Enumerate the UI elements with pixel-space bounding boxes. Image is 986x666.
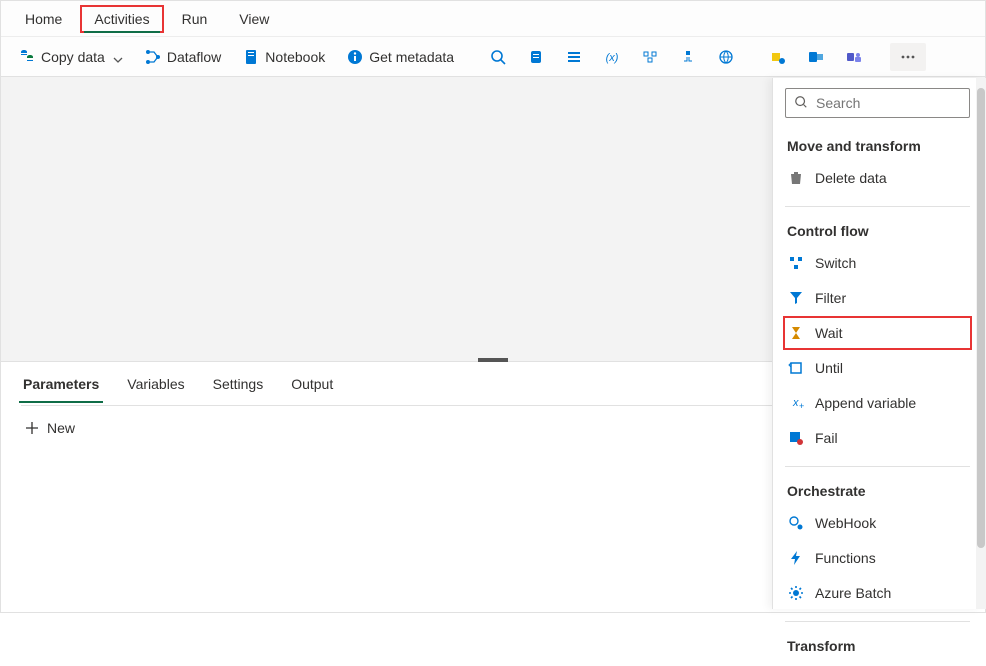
gear-icon: [787, 584, 805, 602]
toolbar: Copy data Dataflow Notebook Get metadata: [1, 37, 985, 77]
activity-azure-batch[interactable]: Azure Batch: [783, 576, 972, 610]
semantic-icon: [770, 49, 786, 65]
dataflow-icon: [145, 49, 161, 65]
section-control-flow: Control flow: [787, 215, 968, 245]
more-activities-button[interactable]: [890, 43, 926, 71]
activity-switch[interactable]: Switch: [783, 246, 972, 280]
copy-data-icon: [19, 49, 35, 65]
activities-dropdown: Move and transform Delete data Control f…: [772, 78, 982, 609]
scrollbar-thumb[interactable]: [977, 88, 985, 548]
foreach-icon-button[interactable]: [634, 45, 666, 69]
script-icon-button[interactable]: [520, 45, 552, 69]
chevron-down-icon: [113, 52, 123, 62]
list-icon: [566, 49, 582, 65]
activity-fail[interactable]: Fail: [783, 421, 972, 455]
if-icon: [680, 49, 696, 65]
activity-until[interactable]: Until: [783, 351, 972, 385]
splitter-handle[interactable]: [478, 358, 508, 362]
svg-text:+: +: [799, 401, 804, 411]
menu-bar: Home Activities Run View: [1, 1, 985, 37]
webhook-icon: [787, 514, 805, 532]
dataflow-button[interactable]: Dataflow: [137, 45, 229, 69]
search-icon: [794, 95, 808, 112]
section-orchestrate: Orchestrate: [787, 475, 968, 505]
activity-delete-data[interactable]: Delete data: [783, 161, 972, 195]
dropdown-scrollbar[interactable]: [976, 78, 986, 609]
set-variable-icon-button[interactable]: (x): [596, 45, 628, 69]
new-parameter-label: New: [47, 420, 75, 436]
activity-wait[interactable]: Wait: [783, 316, 972, 350]
loop-icon: [787, 359, 805, 377]
magnifier-icon: [490, 49, 506, 65]
switch-icon: [787, 254, 805, 272]
outlook-icon-button[interactable]: [800, 45, 832, 69]
trash-icon: [787, 169, 805, 187]
script-icon: [528, 49, 544, 65]
globe-icon: [718, 49, 734, 65]
menu-run[interactable]: Run: [168, 5, 222, 33]
xplus-icon: x+: [787, 394, 805, 412]
semantic-model-icon-button[interactable]: [762, 45, 794, 69]
activity-label: Fail: [815, 430, 838, 446]
tab-output[interactable]: Output: [289, 366, 335, 402]
teams-icon-button[interactable]: [838, 45, 870, 69]
activity-functions[interactable]: Functions: [783, 541, 972, 575]
stored-proc-icon-button[interactable]: [558, 45, 590, 69]
get-metadata-label: Get metadata: [369, 49, 454, 65]
activity-label: Azure Batch: [815, 585, 891, 601]
notebook-icon: [243, 49, 259, 65]
fail-icon: [787, 429, 805, 447]
activity-label: Switch: [815, 255, 856, 271]
ellipsis-icon: [900, 49, 916, 65]
tab-settings[interactable]: Settings: [211, 366, 266, 402]
menu-home[interactable]: Home: [11, 5, 76, 33]
activity-label: Until: [815, 360, 843, 376]
activity-label: Append variable: [815, 395, 916, 411]
foreach-icon: [642, 49, 658, 65]
notebook-label: Notebook: [265, 49, 325, 65]
funnel-icon: [787, 289, 805, 307]
teams-icon: [846, 49, 862, 65]
copy-data-label: Copy data: [41, 49, 105, 65]
bolt-icon: [787, 549, 805, 567]
activity-search[interactable]: [785, 88, 970, 118]
activity-webhook[interactable]: WebHook: [783, 506, 972, 540]
activity-label: Delete data: [815, 170, 887, 186]
activity-append-variable[interactable]: x+ Append variable: [783, 386, 972, 420]
svg-text:(x): (x): [606, 52, 619, 64]
plus-icon: [25, 421, 39, 435]
activity-label: Wait: [815, 325, 842, 341]
lookup-icon-button[interactable]: [482, 45, 514, 69]
activity-filter[interactable]: Filter: [783, 281, 972, 315]
menu-activities[interactable]: Activities: [80, 5, 163, 33]
copy-data-button[interactable]: Copy data: [11, 45, 131, 69]
outlook-icon: [808, 49, 824, 65]
activity-label: WebHook: [815, 515, 876, 531]
activity-label: Functions: [815, 550, 876, 566]
section-transform: Transform: [787, 630, 968, 660]
info-icon: [347, 49, 363, 65]
activity-search-input[interactable]: [816, 95, 961, 111]
if-icon-button[interactable]: [672, 45, 704, 69]
dataflow-label: Dataflow: [167, 49, 221, 65]
activity-label: Filter: [815, 290, 846, 306]
tab-parameters[interactable]: Parameters: [21, 366, 101, 402]
hourglass-icon: [787, 324, 805, 342]
svg-text:x: x: [792, 397, 799, 409]
get-metadata-button[interactable]: Get metadata: [339, 45, 462, 69]
tab-variables[interactable]: Variables: [125, 366, 186, 402]
section-move-transform: Move and transform: [787, 130, 968, 160]
menu-view[interactable]: View: [225, 5, 283, 33]
variable-x-icon: (x): [604, 49, 620, 65]
notebook-button[interactable]: Notebook: [235, 45, 333, 69]
web-icon-button[interactable]: [710, 45, 742, 69]
